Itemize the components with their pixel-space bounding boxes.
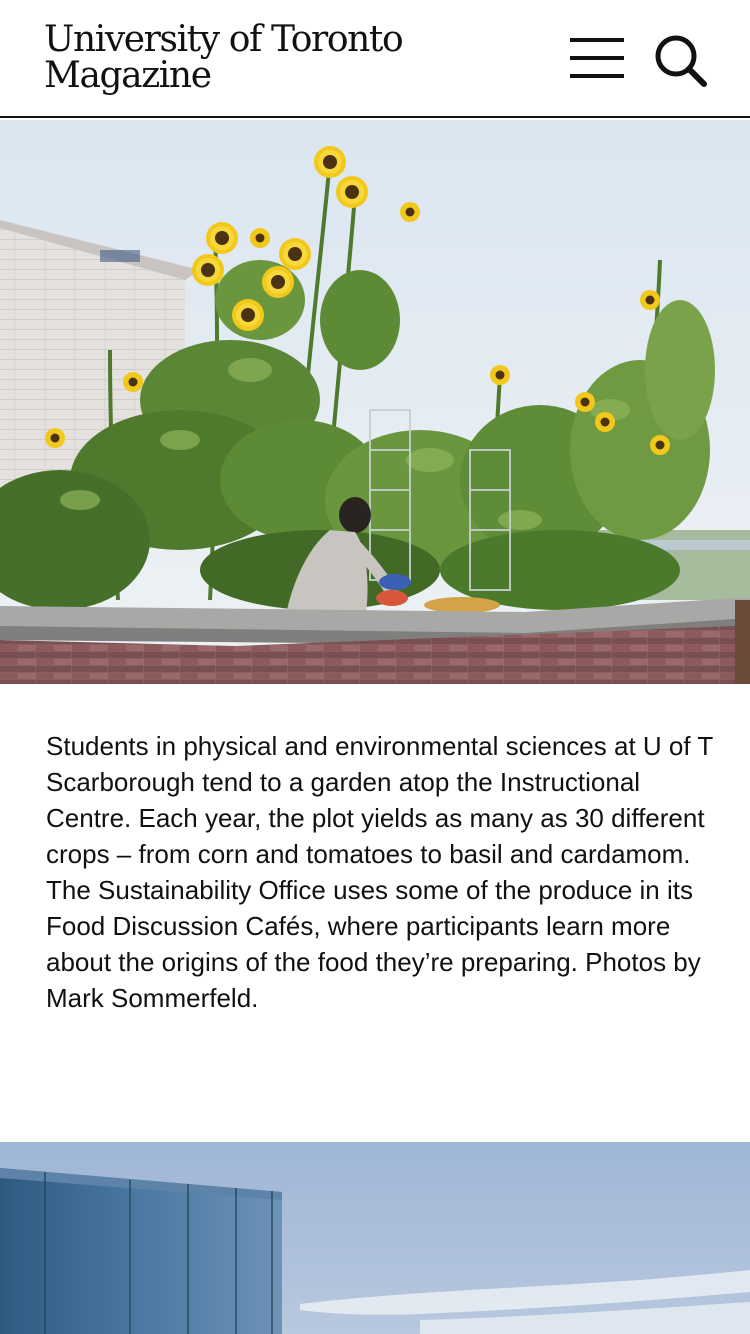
logo-line-2: Magazine xyxy=(44,55,212,96)
menu-button[interactable] xyxy=(570,38,624,82)
hamburger-menu-icon xyxy=(570,38,624,82)
rooftop-garden-photo xyxy=(0,120,750,684)
rooftop-building-photo xyxy=(0,1142,750,1334)
search-button[interactable] xyxy=(652,32,708,88)
site-header: University of Toronto Magazine xyxy=(0,0,750,118)
search-icon xyxy=(655,35,707,87)
site-logo[interactable]: University of Toronto Magazine xyxy=(44,19,404,96)
logo-line-1: University of Toronto xyxy=(44,19,404,60)
photo-caption: Students in physical and environmental s… xyxy=(46,731,713,1013)
